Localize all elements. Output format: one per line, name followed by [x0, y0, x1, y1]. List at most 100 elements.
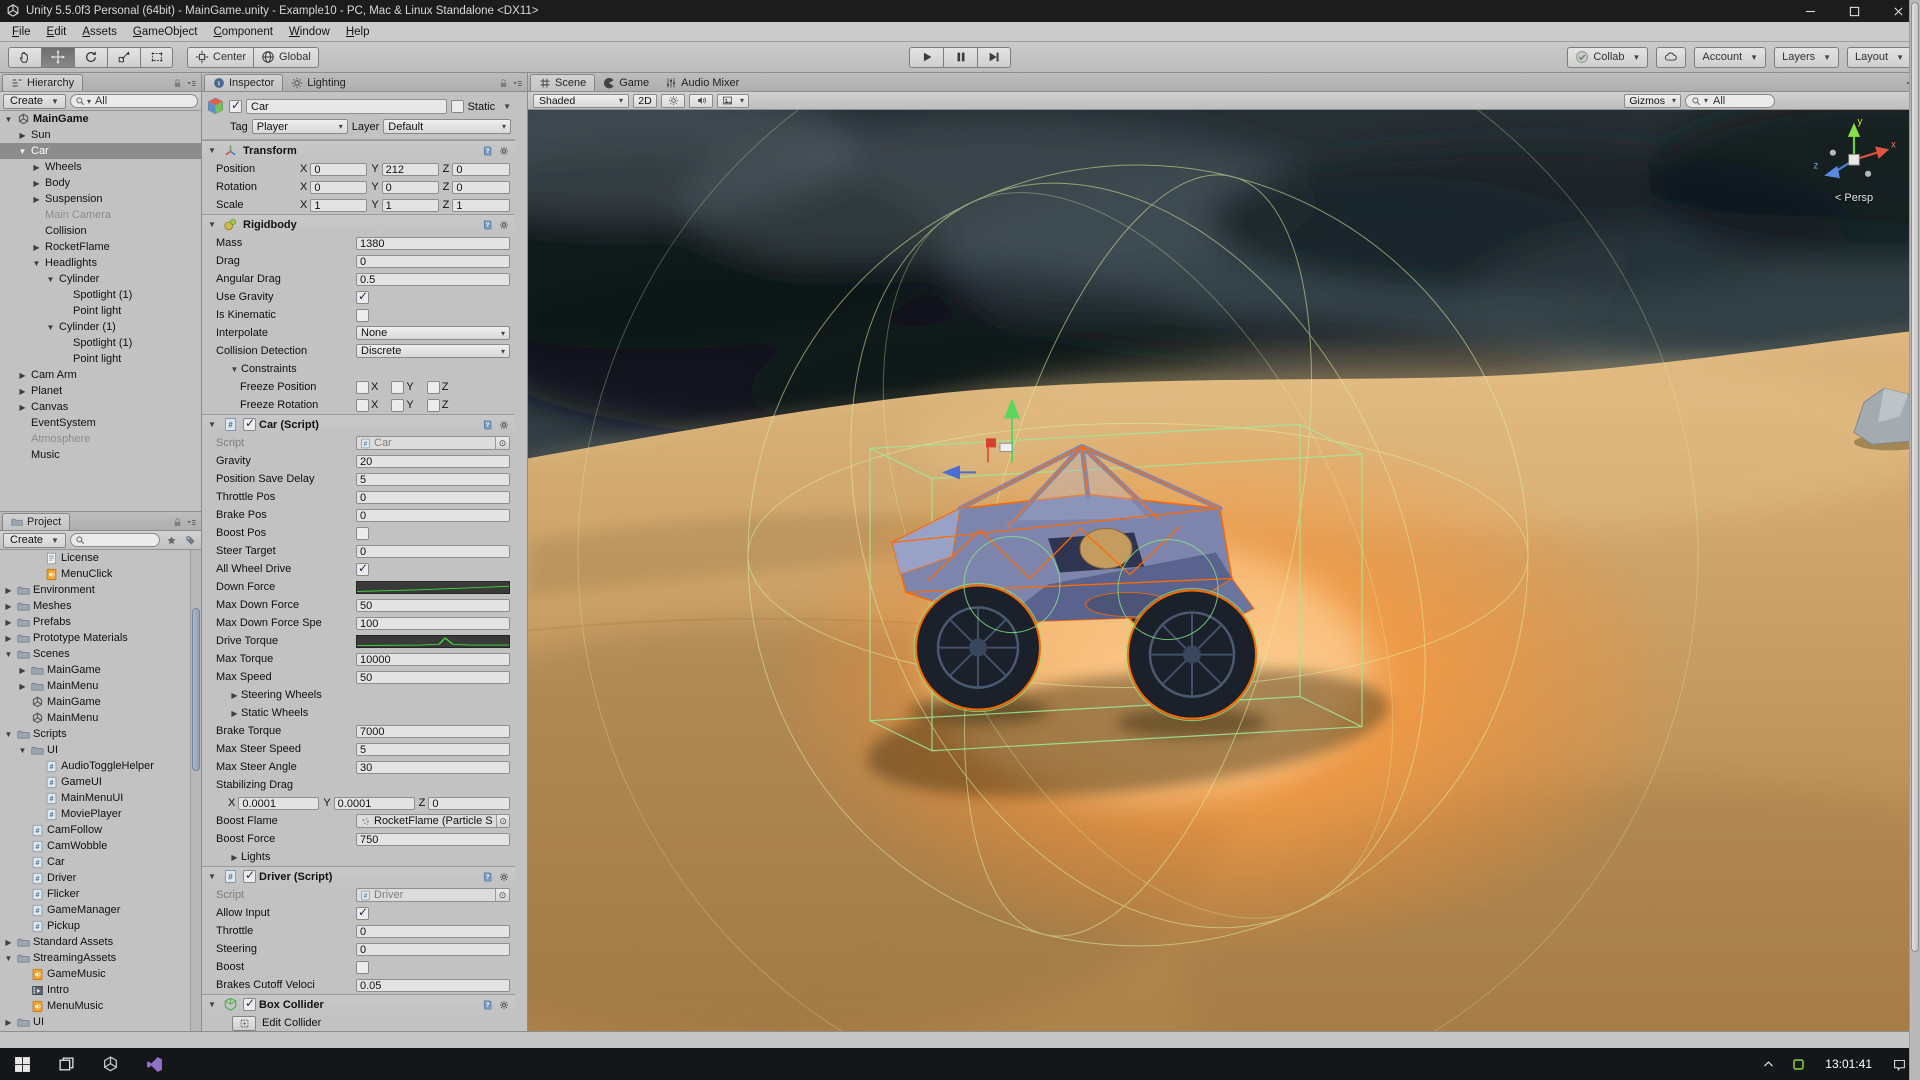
- foldout-expanded-icon[interactable]: ▼: [228, 365, 241, 374]
- max-down-force-field[interactable]: 50: [356, 599, 510, 612]
- hierarchy-item-cam-arm[interactable]: ▶Cam Arm: [0, 367, 201, 383]
- project-item-meshes[interactable]: ▶Meshes: [0, 598, 201, 614]
- freeze-rotation-z-checkbox[interactable]: [427, 399, 440, 412]
- project-item-camfollow[interactable]: #CamFollow: [0, 822, 201, 838]
- hierarchy-item-point-light[interactable]: Point light: [0, 351, 201, 367]
- position-z-field[interactable]: 0: [452, 163, 510, 176]
- pivot-center-button[interactable]: Center: [187, 47, 253, 68]
- edit-collider-button[interactable]: [232, 1016, 256, 1031]
- allow-input-checkbox[interactable]: [356, 907, 369, 920]
- gameobject-active-checkbox[interactable]: [229, 100, 242, 113]
- project-item-audiotogglehelper[interactable]: #AudioToggleHelper: [0, 758, 201, 774]
- foldout-expanded-icon[interactable]: ▼: [2, 730, 15, 739]
- down-force-curve-field[interactable]: [356, 581, 510, 594]
- freeze-position-x-checkbox[interactable]: [356, 381, 369, 394]
- freeze-rotation-y-checkbox[interactable]: [391, 399, 404, 412]
- project-item-scenes[interactable]: ▼Scenes: [0, 646, 201, 662]
- project-item-mainmenuui[interactable]: #MainMenuUI: [0, 790, 201, 806]
- collab-button[interactable]: Collab▼: [1567, 47, 1648, 68]
- foldout-expanded-icon[interactable]: ▼: [44, 275, 57, 284]
- hierarchy-item-atmosphere[interactable]: Atmosphere: [0, 431, 201, 447]
- panel-menu-icon[interactable]: [186, 517, 197, 528]
- project-item-license[interactable]: License: [0, 550, 201, 566]
- foldout-collapsed-icon[interactable]: ▶: [16, 387, 29, 396]
- tab-audio-mixer[interactable]: Audio Mixer: [657, 74, 747, 91]
- hand-tool-button[interactable]: [8, 47, 41, 68]
- hierarchy-item-maingame[interactable]: ▼MainGame: [0, 111, 201, 127]
- hierarchy-item-headlights[interactable]: ▼Headlights: [0, 255, 201, 271]
- foldout-expanded-icon[interactable]: ▼: [16, 746, 29, 755]
- brake-pos-field[interactable]: 0: [356, 509, 510, 522]
- hierarchy-item-car[interactable]: ▼Car: [0, 143, 201, 159]
- component-header-driver-script[interactable]: ▼#Driver (Script)?: [202, 866, 515, 886]
- static-dropdown-caret[interactable]: ▼: [503, 102, 511, 111]
- max-steer-speed-field[interactable]: 5: [356, 743, 510, 756]
- boost-pos-checkbox[interactable]: [356, 527, 369, 540]
- tab-project[interactable]: Project: [2, 513, 70, 530]
- rotation-x-field[interactable]: 0: [310, 181, 367, 194]
- gizmos-dropdown[interactable]: Gizmos▾: [1624, 94, 1681, 108]
- car-script-x-field[interactable]: 0.0001: [238, 797, 319, 810]
- rotation-z-field[interactable]: 0: [452, 181, 510, 194]
- position-y-field[interactable]: 212: [382, 163, 439, 176]
- position-save-delay-field[interactable]: 5: [356, 473, 510, 486]
- component-enabled-checkbox[interactable]: [243, 418, 256, 431]
- foldout-collapsed-icon[interactable]: ▶: [30, 243, 43, 252]
- project-item-prefabs[interactable]: ▶Prefabs: [0, 614, 201, 630]
- all-wheel-drive-checkbox[interactable]: [356, 563, 369, 576]
- foldout-expanded-icon[interactable]: ▼: [206, 220, 218, 229]
- rotate-tool-button[interactable]: [74, 47, 107, 68]
- inspector-scrollbar[interactable]: [1909, 0, 1920, 1080]
- foldout-expanded-icon[interactable]: ▼: [2, 954, 15, 963]
- project-item-flicker[interactable]: #Flicker: [0, 886, 201, 902]
- menu-component[interactable]: Component: [205, 26, 280, 38]
- tab-lighting[interactable]: Lighting: [283, 74, 354, 91]
- project-item-driver[interactable]: #Driver: [0, 870, 201, 886]
- play-button[interactable]: [909, 47, 943, 68]
- is-kinematic-checkbox[interactable]: [356, 309, 369, 322]
- layout-button[interactable]: Layout▼: [1847, 47, 1912, 68]
- interpolate-dropdown[interactable]: None▾: [356, 326, 510, 340]
- project-search-input[interactable]: [70, 533, 160, 547]
- foldout-collapsed-icon[interactable]: ▶: [228, 853, 241, 862]
- foldout-expanded-icon[interactable]: ▼: [2, 650, 15, 659]
- scale-y-field[interactable]: 1: [382, 199, 439, 212]
- foldout-collapsed-icon[interactable]: ▶: [228, 691, 241, 700]
- hierarchy-item-canvas[interactable]: ▶Canvas: [0, 399, 201, 415]
- lock-icon[interactable]: [498, 78, 509, 89]
- max-speed-field[interactable]: 50: [356, 671, 510, 684]
- pause-button[interactable]: [943, 47, 977, 68]
- move-tool-button[interactable]: [41, 47, 74, 68]
- position-x-field[interactable]: 0: [310, 163, 367, 176]
- menu-file[interactable]: File: [4, 26, 39, 38]
- freeze-position-y-checkbox[interactable]: [391, 381, 404, 394]
- foldout-collapsed-icon[interactable]: ▶: [2, 586, 15, 595]
- cloud-button[interactable]: [1656, 47, 1686, 68]
- project-item-menuclick[interactable]: MenuClick: [0, 566, 201, 582]
- hierarchy-item-sun[interactable]: ▶Sun: [0, 127, 201, 143]
- project-scrollbar[interactable]: [190, 550, 201, 1031]
- scene-search-input[interactable]: ▾All: [1685, 94, 1775, 108]
- hierarchy-item-collision[interactable]: Collision: [0, 223, 201, 239]
- gameobject-name-field[interactable]: Car: [246, 99, 447, 114]
- foldout-expanded-icon[interactable]: ▼: [206, 872, 218, 881]
- foldout-collapsed-icon[interactable]: ▶: [16, 666, 29, 675]
- foldout-expanded-icon[interactable]: ▼: [206, 1000, 218, 1009]
- lock-icon[interactable]: [172, 517, 183, 528]
- max-steer-angle-field[interactable]: 30: [356, 761, 510, 774]
- maximize-button[interactable]: [1832, 0, 1876, 22]
- project-item-intro[interactable]: Intro: [0, 982, 201, 998]
- taskbar-unity-icon[interactable]: [88, 1048, 132, 1080]
- project-item-mainmenu[interactable]: ▶MainMenu: [0, 678, 201, 694]
- project-item-pickup[interactable]: #Pickup: [0, 918, 201, 934]
- step-button[interactable]: [977, 47, 1011, 68]
- project-item-scripts[interactable]: ▼Scripts: [0, 726, 201, 742]
- hierarchy-item-wheels[interactable]: ▶Wheels: [0, 159, 201, 175]
- freeze-rotation-x-checkbox[interactable]: [356, 399, 369, 412]
- freeze-position-z-checkbox[interactable]: [427, 381, 440, 394]
- use-gravity-checkbox[interactable]: [356, 291, 369, 304]
- hierarchy-item-music[interactable]: Music: [0, 447, 201, 463]
- hierarchy-item-spotlight-1[interactable]: Spotlight (1): [0, 287, 201, 303]
- menu-gameobject[interactable]: GameObject: [125, 26, 206, 38]
- foldout-collapsed-icon[interactable]: ▶: [2, 938, 15, 947]
